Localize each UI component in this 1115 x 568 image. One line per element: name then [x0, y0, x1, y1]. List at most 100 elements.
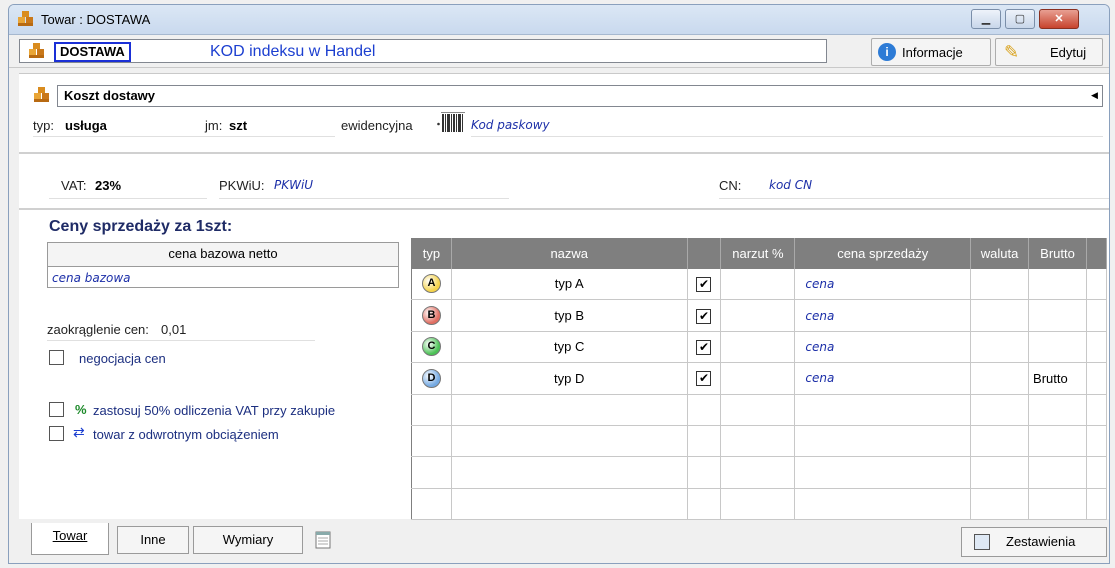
table-row[interactable]: Dtyp D ✔ cena Brutto [411, 362, 1107, 395]
percent-icon: % [75, 402, 87, 417]
empty-row [411, 394, 1107, 426]
extra-cell [1086, 362, 1107, 395]
summary-button[interactable]: Zestawienia [961, 527, 1107, 557]
rounding-value[interactable]: 0,01 [161, 322, 186, 337]
edit-button-label: Edytuj [1050, 45, 1087, 60]
name-cell[interactable]: typ D [451, 362, 688, 395]
edit-button[interactable]: ✎ Edytuj [995, 38, 1103, 66]
currency-cell[interactable] [970, 362, 1030, 395]
table-row[interactable]: Atyp A ✔ cena [411, 268, 1107, 301]
negotiation-label: negocjacja cen [79, 351, 166, 366]
active-checkbox[interactable]: ✔ [696, 371, 712, 387]
col-waluta[interactable]: waluta [970, 238, 1030, 269]
price-cell[interactable]: cena [794, 362, 972, 395]
tab-towar[interactable]: Towar [31, 523, 109, 555]
cn-label: CN: [719, 178, 742, 193]
base-price-box[interactable]: cena bazowa netto cena bazowa [47, 242, 399, 288]
name-cell[interactable]: typ A [451, 268, 688, 301]
empty-row [411, 456, 1107, 489]
active-checkbox[interactable]: ✔ [696, 339, 712, 355]
col-brutto[interactable]: Brutto [1028, 238, 1087, 269]
brutto-cell[interactable] [1028, 268, 1087, 301]
brutto-cell[interactable] [1028, 299, 1087, 332]
tab-inne[interactable]: Inne [117, 526, 189, 554]
price-cell[interactable]: cena [794, 268, 972, 301]
col-narzut[interactable]: narzut % [720, 238, 796, 269]
markup-cell[interactable] [720, 362, 796, 395]
currency-cell[interactable] [970, 268, 1030, 301]
pkwiu-label: PKWiU: [219, 178, 265, 193]
code-field[interactable]: DOSTAWA KOD indeksu w Handel [19, 39, 827, 63]
type-badge-icon: B [421, 306, 441, 326]
table-row[interactable]: Btyp B ✔ cena [411, 299, 1107, 332]
active-cell[interactable]: ✔ [687, 331, 722, 364]
active-checkbox[interactable]: ✔ [696, 276, 712, 292]
tab-wymiary[interactable]: Wymiary [193, 526, 303, 554]
vat-value[interactable]: 23% [95, 178, 121, 193]
main-panel: Koszt dostawy ◀ typ: usługa jm: szt ewid… [19, 73, 1109, 521]
extra-cell [1086, 331, 1107, 364]
product-boxes-icon [34, 87, 49, 102]
markup-cell[interactable] [720, 331, 796, 364]
product-code: DOSTAWA [54, 42, 131, 62]
name-cell[interactable]: typ C [451, 331, 688, 364]
tab-bar: Towar Inne Wymiary Zestawienia [9, 523, 1109, 563]
product-boxes-icon [18, 11, 33, 26]
markup-cell[interactable] [720, 268, 796, 301]
table-row[interactable]: Ctyp C ✔ cena [411, 331, 1107, 364]
price-cell[interactable]: cena [794, 299, 972, 332]
rounding-label: zaokrąglenie cen: [47, 322, 149, 337]
ewidencyjna-label: ewidencyjna [341, 118, 413, 133]
type-badge-cell: B [411, 299, 452, 332]
barcode-field[interactable]: Kod paskowy [471, 118, 550, 132]
scroll-left-icon[interactable]: ◀ [1091, 90, 1098, 101]
currency-cell[interactable] [970, 331, 1030, 364]
vat50-label: zastosuj 50% odliczenia VAT przy zakupie [93, 403, 336, 418]
type-badge-cell: A [411, 268, 452, 301]
brutto-cell[interactable]: Brutto [1028, 362, 1087, 395]
pencil-icon: ✎ [1004, 42, 1020, 62]
col-nazwa[interactable]: nazwa [451, 238, 688, 269]
tab-towar-label: Towar [52, 528, 88, 543]
notepad-icon[interactable] [315, 531, 331, 549]
col-typ[interactable]: typ [411, 238, 452, 269]
base-price-field[interactable]: cena bazowa [52, 271, 131, 285]
price-table-header: typ nazwa narzut % cena sprzedaży waluta… [411, 238, 1107, 269]
jm-value[interactable]: szt [229, 118, 247, 133]
product-name-field[interactable]: Koszt dostawy [57, 85, 1103, 107]
col-check[interactable] [687, 238, 722, 269]
product-boxes-icon [29, 43, 44, 58]
jm-label: jm: [205, 118, 223, 133]
report-icon [974, 534, 990, 550]
active-cell[interactable]: ✔ [687, 299, 722, 332]
window-title: Towar : DOSTAWA [41, 12, 151, 27]
col-cena[interactable]: cena sprzedaży [794, 238, 972, 269]
title-bar: Towar : DOSTAWA ▁ ▢ ✕ [9, 5, 1109, 35]
currency-cell[interactable] [970, 299, 1030, 332]
extra-cell [1086, 268, 1107, 301]
price-cell[interactable]: cena [794, 331, 972, 364]
close-button[interactable]: ✕ [1039, 9, 1079, 29]
negotiation-checkbox[interactable] [49, 350, 64, 365]
empty-row [411, 425, 1107, 458]
markup-cell[interactable] [720, 299, 796, 332]
active-cell[interactable]: ✔ [687, 362, 722, 395]
active-cell[interactable]: ✔ [687, 268, 722, 301]
active-checkbox[interactable]: ✔ [696, 308, 712, 324]
tab-inne-label: Inne [140, 532, 166, 547]
vat50-checkbox[interactable] [49, 402, 64, 417]
minimize-button[interactable]: ▁ [971, 9, 1001, 29]
type-badge-icon: C [421, 337, 441, 357]
maximize-button[interactable]: ▢ [1005, 9, 1035, 29]
col-extra [1086, 238, 1107, 269]
type-badge-icon: D [421, 368, 441, 388]
pkwiu-field[interactable]: PKWiU [274, 178, 313, 192]
brutto-cell[interactable] [1028, 331, 1087, 364]
typ-value[interactable]: usługa [65, 118, 107, 133]
reverse-charge-checkbox[interactable] [49, 426, 64, 441]
cn-field[interactable]: kod CN [769, 178, 812, 192]
info-icon: i [878, 43, 896, 61]
info-button[interactable]: i Informacje [871, 38, 991, 66]
name-cell[interactable]: typ B [451, 299, 688, 332]
tab-wymiary-label: Wymiary [222, 532, 274, 547]
